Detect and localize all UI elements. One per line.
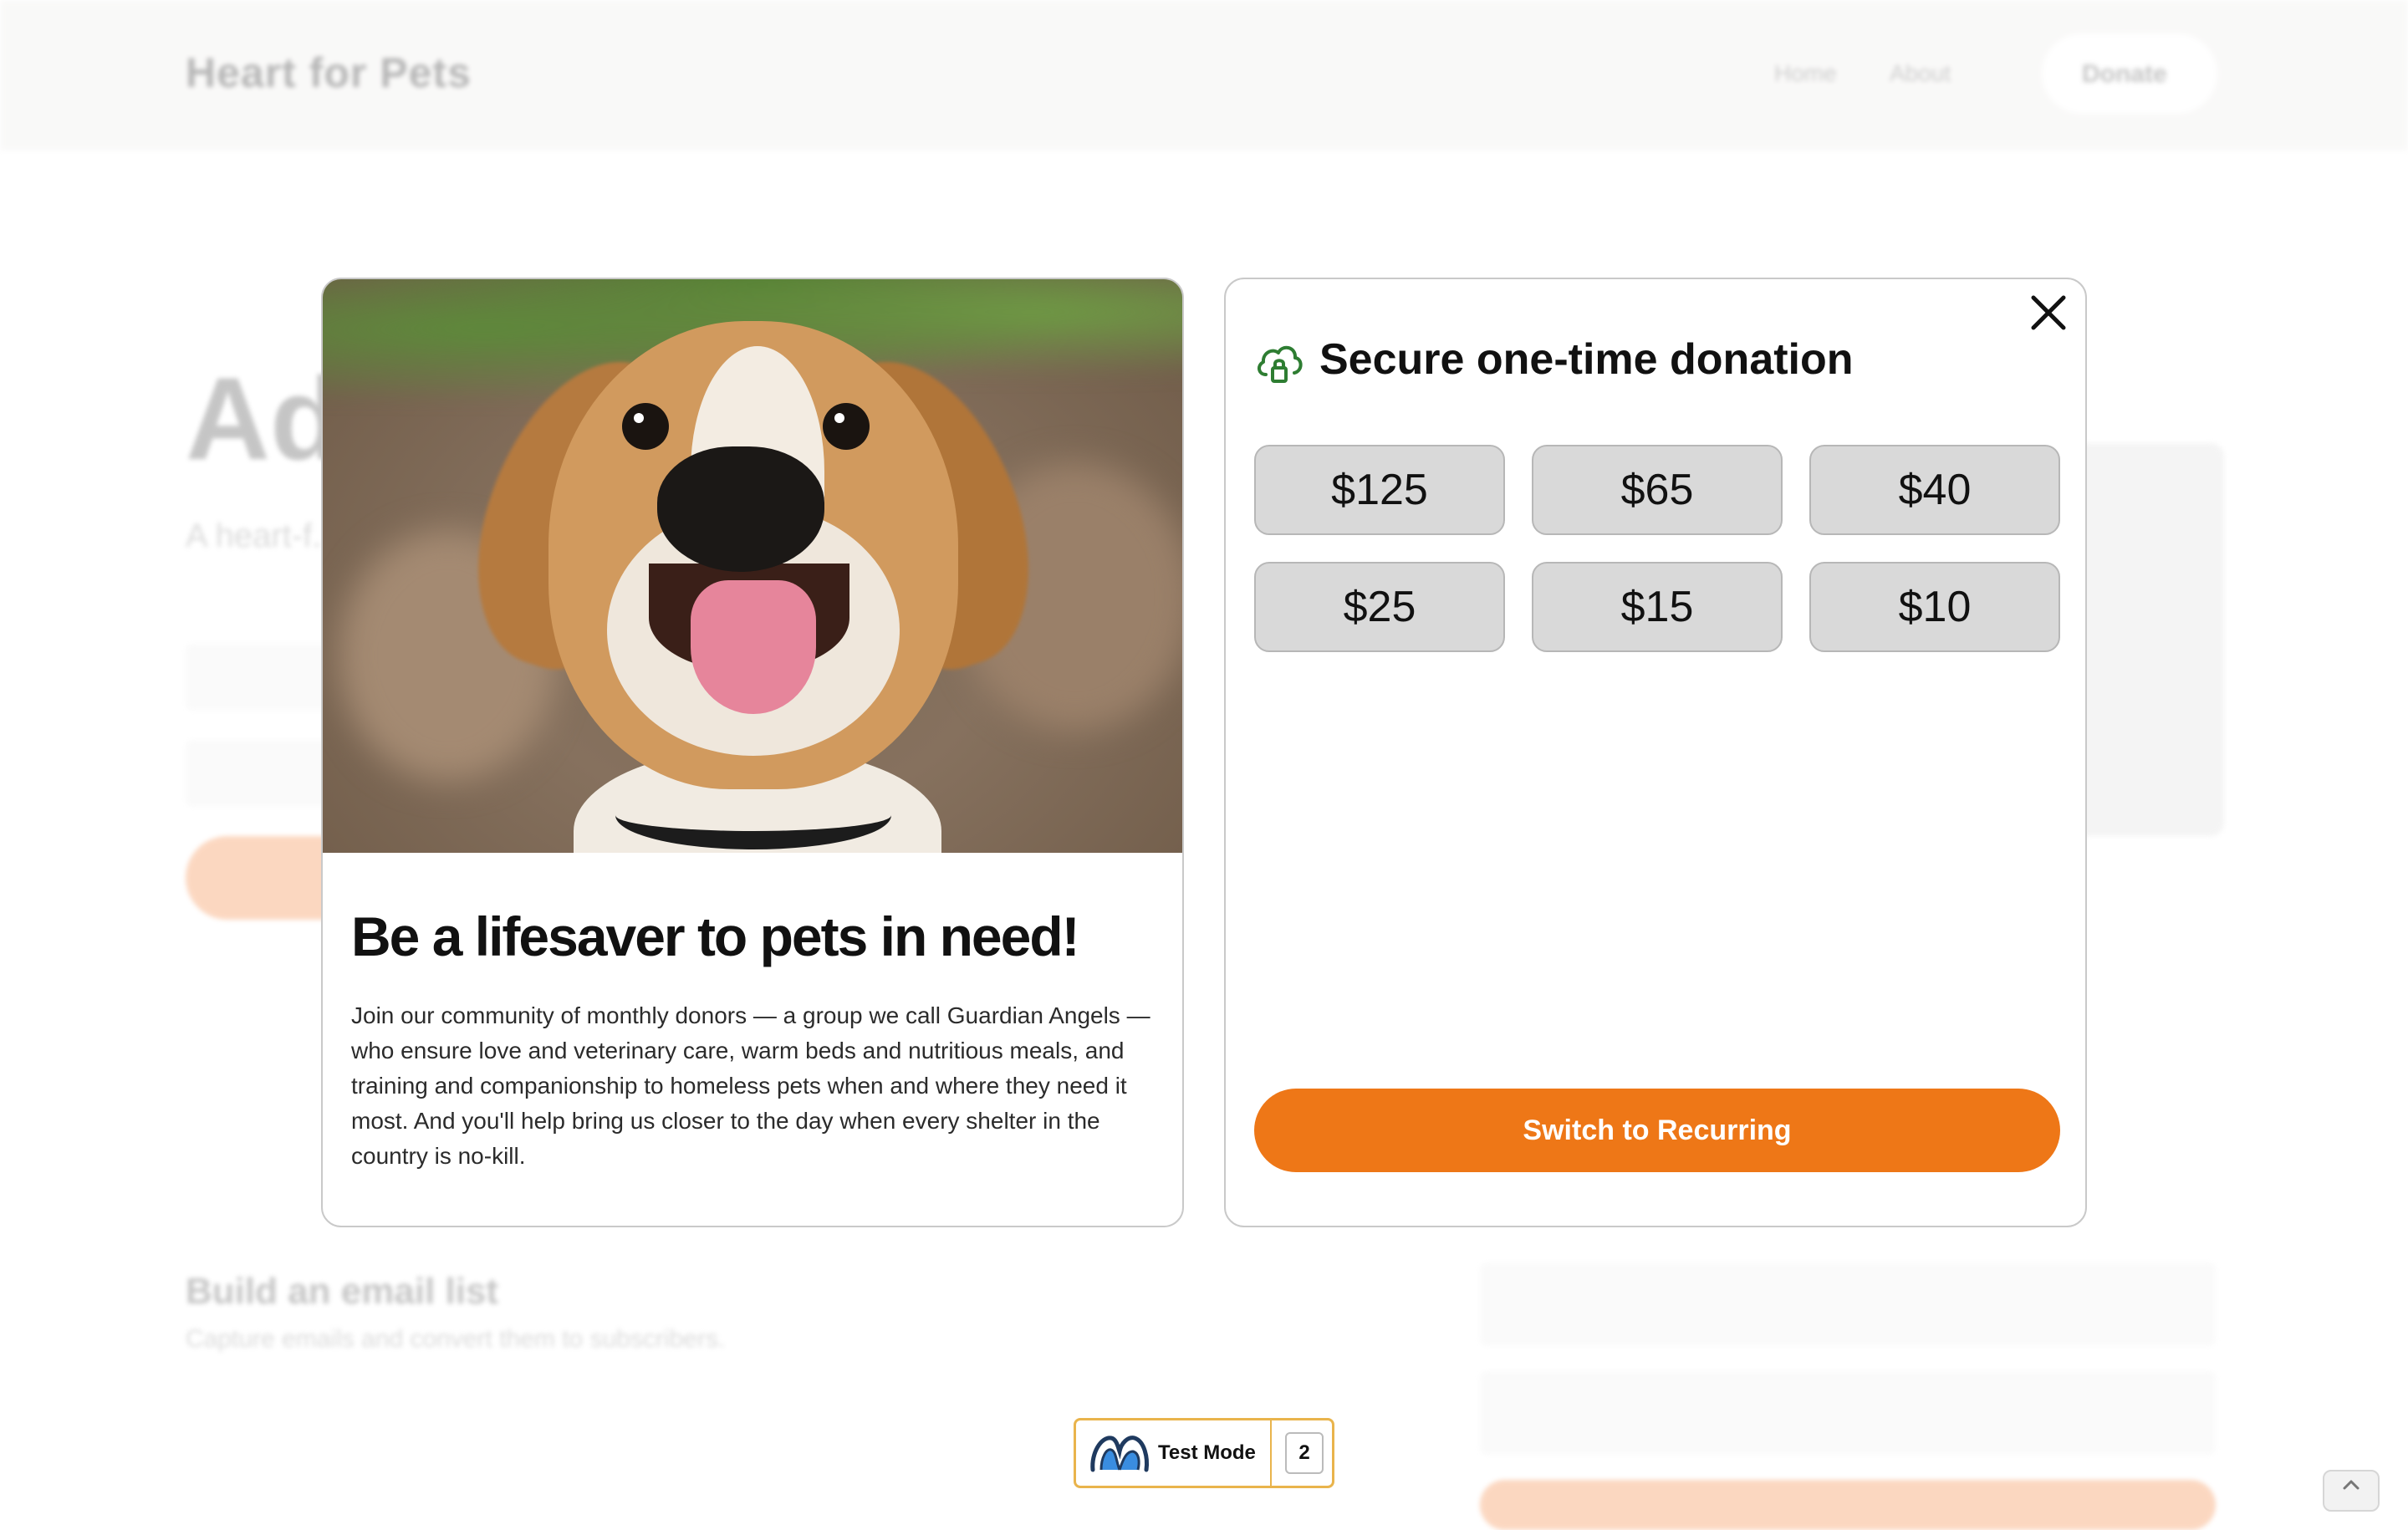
dog-nose — [657, 446, 824, 572]
switch-to-recurring-button[interactable]: Switch to Recurring — [1254, 1089, 2060, 1172]
amount-button-10[interactable]: $10 — [1809, 562, 2060, 652]
nav-link-about: About — [1890, 60, 1951, 86]
scroll-to-top-button[interactable] — [2323, 1470, 2380, 1512]
email-section-title: Build an email list — [186, 1271, 499, 1312]
chevron-up-icon — [2343, 1480, 2360, 1490]
story-title: Be a lifesaver to pets in need! — [351, 905, 1080, 967]
brand-logo-icon — [1090, 1436, 1149, 1472]
amount-button-125[interactable]: $125 — [1254, 445, 1505, 535]
dog-eye-right — [823, 403, 870, 450]
test-mode-count: 2 — [1285, 1432, 1324, 1474]
test-mode-badge[interactable]: Test Mode 2 — [1074, 1418, 1334, 1488]
nav-link-home: Home — [1774, 60, 1837, 86]
donation-title: Secure one-time donation — [1319, 335, 1854, 384]
email-submit-button — [1480, 1480, 2216, 1530]
dog-tongue — [691, 580, 816, 714]
dog-photo — [323, 279, 1182, 853]
story-card: Be a lifesaver to pets in need! Join our… — [321, 278, 1184, 1227]
site-header: Heart for Pets Home About Donate — [0, 0, 2408, 150]
test-mode-divider — [1270, 1420, 1272, 1486]
close-icon[interactable] — [2027, 291, 2070, 334]
header-donate-button: Donate — [2042, 33, 2217, 114]
donation-card: Secure one-time donation $125 $65 $40 $2… — [1224, 278, 2087, 1227]
test-mode-label: Test Mode — [1158, 1441, 1256, 1464]
hero-title: Ad — [186, 353, 342, 484]
email-field-2 — [1480, 1371, 2216, 1455]
amount-button-25[interactable]: $25 — [1254, 562, 1505, 652]
dog-eye-left — [622, 403, 669, 450]
dog-collar — [615, 781, 891, 849]
hero-side-panel — [2074, 443, 2224, 836]
amount-button-15[interactable]: $15 — [1532, 562, 1783, 652]
header-donate-label: Donate — [2082, 60, 2167, 88]
cloud-lock-icon — [1258, 345, 1303, 383]
email-section-subtitle: Capture emails and convert them to subsc… — [186, 1325, 726, 1353]
site-logo: Heart for Pets — [186, 49, 472, 96]
email-field-1 — [1480, 1262, 2216, 1346]
story-body: Join our community of monthly donors — a… — [351, 1002, 1150, 1169]
amount-button-65[interactable]: $65 — [1532, 445, 1783, 535]
amount-button-40[interactable]: $40 — [1809, 445, 2060, 535]
